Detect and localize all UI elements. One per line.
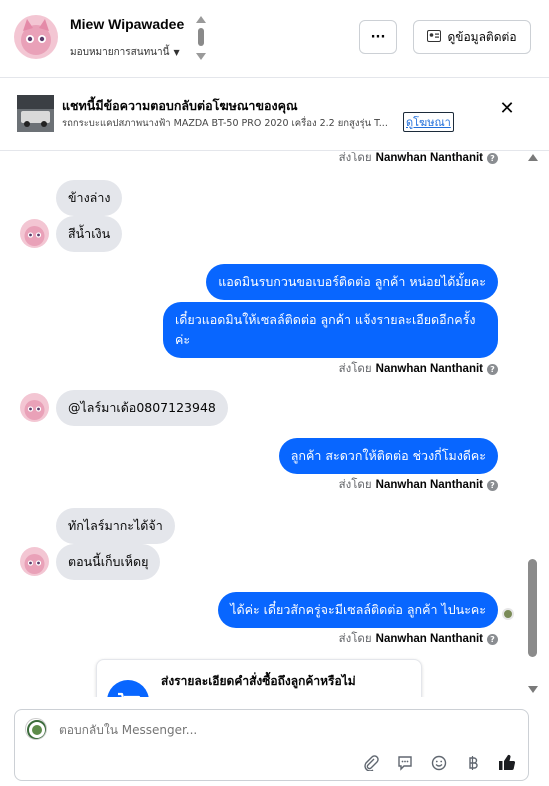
ad-reply-banner: แชทนี้มีข้อความตอบกลับต่อโฆษณาของคุณ รถก… <box>0 79 549 151</box>
help-icon[interactable]: ? <box>487 479 498 491</box>
composer-toolbar <box>360 752 518 774</box>
scroll-down-arrow-icon[interactable] <box>528 686 538 693</box>
sender-name: Nanwhan Nanthanit <box>375 479 483 491</box>
sender-name: Nanwhan Nanthanit <box>375 363 483 375</box>
sent-by-line: ส่งโดย Nanwhan Nanthanit ? <box>339 630 498 648</box>
incoming-message[interactable]: ตอนนี้เก็บเห็ดยุ <box>56 544 161 580</box>
message-thread: ส่งโดย Nanwhan Nanthanit ? ข้างล่าง สีน้… <box>0 152 549 697</box>
more-icon: ··· <box>370 29 386 45</box>
view-ad-link[interactable]: ดูโฆษณา <box>403 112 454 132</box>
sent-by-label: ส่งโดย <box>338 631 372 645</box>
page-avatar <box>25 718 47 740</box>
contact-avatar-small <box>20 393 49 422</box>
more-button[interactable]: ··· <box>359 20 397 54</box>
order-card-title: ส่งรายละเอียดคำสั่งซื้อถึงลูกค้าหรือไม่ <box>161 674 356 688</box>
help-icon[interactable]: ? <box>487 152 498 164</box>
reply-input[interactable] <box>59 723 479 737</box>
reply-composer <box>14 709 529 781</box>
sent-by-label: ส่งโดย <box>338 152 372 164</box>
attach-icon[interactable] <box>360 752 382 774</box>
contact-name: Miew Wipawadee <box>70 16 185 32</box>
sent-by-label: ส่งโดย <box>338 361 372 375</box>
contact-info-label: ดูข้อมูลติดต่อ <box>447 29 517 44</box>
ad-banner-title: แชทนี้มีข้อความตอบกลับต่อโฆษณาของคุณ <box>62 99 298 113</box>
contact-card-icon <box>427 29 442 45</box>
incoming-message[interactable]: ข้างล่าง <box>56 180 123 216</box>
help-icon[interactable]: ? <box>487 633 498 645</box>
scroll-up-arrow-icon[interactable] <box>528 154 538 161</box>
caret-down-icon: ▼ <box>173 48 180 57</box>
contact-avatar-small <box>20 219 49 248</box>
sent-by-label: ส่งโดย <box>338 477 372 491</box>
like-icon[interactable] <box>496 752 518 774</box>
incoming-message[interactable]: @ไลร์มาเด้อ0807123948 <box>56 390 228 426</box>
ad-thumbnail[interactable] <box>17 95 54 132</box>
contact-avatar[interactable] <box>14 15 58 59</box>
sender-name: Nanwhan Nanthanit <box>375 633 483 645</box>
incoming-message[interactable]: ทักไลร์มากะได้จ้า <box>56 508 175 544</box>
baht-icon[interactable] <box>462 752 484 774</box>
conversation-header: Miew Wipawadee มอบหมายการสนทนานี้ ▼ ··· … <box>0 0 549 78</box>
outgoing-message[interactable]: เดี๋ยวแอดมินให้เซลล์ติดต่อ ลูกค้า แจ้งรา… <box>163 302 498 358</box>
outgoing-message[interactable]: แอดมินรบกวนขอเบอร์ติดต่อ ลูกค้า หน่อยได้… <box>206 264 498 300</box>
outgoing-message[interactable]: ลูกค้า สะดวกให้ติดต่อ ช่วงกี่โมงดีคะ <box>278 438 498 474</box>
saved-reply-icon[interactable] <box>394 752 416 774</box>
sent-by-line: ส่งโดย Nanwhan Nanthanit ? <box>339 476 498 494</box>
close-icon[interactable]: ✕ <box>497 99 517 119</box>
ad-banner-subtitle: รถกระบะแคปสภาพนางฟ้า MAZDA BT-50 PRO 202… <box>62 118 388 129</box>
contact-avatar-small <box>20 547 49 576</box>
scroll-thumb[interactable] <box>528 559 537 657</box>
incoming-message[interactable]: สีน้ำเงิน <box>56 216 123 252</box>
sent-by-line: ส่งโดย Nanwhan Nanthanit ? <box>339 152 498 167</box>
scroll-icon[interactable] <box>195 14 207 62</box>
order-details-card[interactable]: ส่งรายละเอียดคำสั่งซื้อถึงลูกค้าหรือไม่ <box>96 659 422 697</box>
help-icon[interactable]: ? <box>487 363 498 375</box>
thread-scrollbar[interactable] <box>524 152 542 697</box>
contact-info-button[interactable]: ดูข้อมูลติดต่อ <box>413 20 531 54</box>
assign-label: มอบหมายการสนทนานี้ <box>70 47 170 58</box>
emoji-icon[interactable] <box>428 752 450 774</box>
sender-name: Nanwhan Nanthanit <box>375 152 483 164</box>
outgoing-message[interactable]: ได้ค่ะ เดี๋ยวสักครู่จะมีเซลล์ติดต่อ ลูกค… <box>218 592 498 628</box>
seen-indicator-avatar <box>502 608 514 620</box>
assign-conversation-dropdown[interactable]: มอบหมายการสนทนานี้ ▼ <box>70 45 180 60</box>
cart-icon <box>107 680 149 697</box>
sent-by-line: ส่งโดย Nanwhan Nanthanit ? <box>339 360 498 378</box>
